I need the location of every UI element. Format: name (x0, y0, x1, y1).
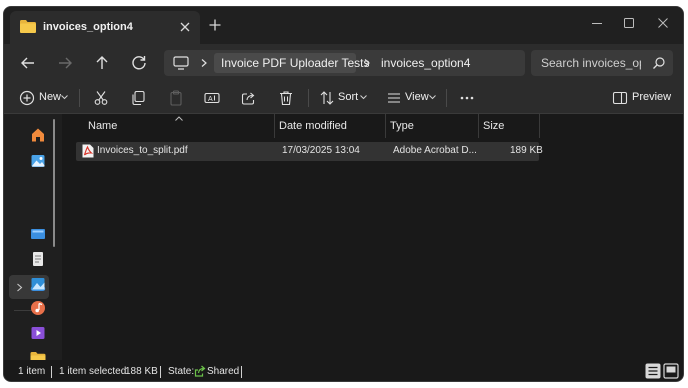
title-bar: invoices_option4 (4, 7, 683, 44)
file-type: Adobe Acrobat D... (393, 145, 477, 156)
rename-icon[interactable]: A (204, 90, 220, 106)
selection-count: 1 item selected (59, 366, 127, 377)
breadcrumb-parent[interactable]: Invoice PDF Uploader Tests (221, 56, 370, 70)
sort-icon[interactable] (319, 90, 335, 106)
home-icon[interactable] (30, 127, 46, 143)
documents-icon[interactable] (30, 251, 46, 267)
divider (51, 366, 52, 378)
file-date-modified: 17/03/2025 13:04 (282, 145, 360, 156)
preview-pane-icon[interactable] (612, 90, 628, 106)
search-icon[interactable] (652, 56, 666, 70)
file-name[interactable]: Invoices_to_split.pdf (97, 145, 188, 156)
copy-icon[interactable] (130, 90, 146, 106)
close-window-icon[interactable] (649, 12, 677, 34)
navigation-bar: Invoice PDF Uploader Tests invoices_opti… (4, 44, 683, 82)
chevron-down-icon[interactable] (360, 94, 367, 100)
svg-text:A: A (208, 96, 213, 103)
shared-icon (194, 365, 206, 377)
new-icon[interactable] (19, 90, 35, 106)
chevron-right-icon[interactable] (16, 283, 23, 292)
cut-icon[interactable] (93, 90, 109, 106)
divider (241, 366, 242, 378)
chevron-down-icon[interactable] (429, 94, 436, 100)
maximize-icon[interactable] (615, 12, 643, 34)
state-value: Shared (207, 366, 240, 377)
tab-title: invoices_option4 (43, 21, 133, 33)
chevron-right-icon[interactable] (199, 58, 209, 68)
chevron-down-icon[interactable] (61, 94, 68, 100)
close-tab-icon[interactable] (178, 20, 192, 34)
back-icon[interactable] (17, 52, 39, 74)
breadcrumb-current[interactable]: invoices_option4 (381, 56, 470, 70)
status-bar: 1 item 1 item selected 188 KB State: Sha… (4, 360, 683, 381)
selection-size: 188 KB (125, 366, 158, 377)
pdf-file-icon (82, 144, 94, 158)
column-header-date-modified[interactable]: Date modified (275, 114, 386, 138)
minimize-icon[interactable] (583, 12, 611, 34)
column-header-size[interactable]: Size (479, 114, 540, 138)
search-input[interactable]: Search invoices_opti (541, 56, 641, 70)
refresh-icon[interactable] (128, 52, 150, 74)
share-icon[interactable] (241, 90, 257, 106)
divider (308, 89, 309, 107)
item-count: 1 item (18, 366, 46, 377)
chevron-right-icon[interactable] (362, 58, 372, 68)
preview-button[interactable]: Preview (632, 91, 671, 103)
up-arrow-icon[interactable] (91, 52, 113, 74)
delete-icon[interactable] (278, 90, 294, 106)
monitor-icon[interactable] (173, 56, 189, 70)
column-header-type[interactable]: Type (386, 114, 479, 138)
file-size: 189 KB (510, 145, 543, 156)
sort-button[interactable]: Sort (338, 91, 358, 103)
divider (446, 89, 447, 107)
divider (79, 89, 80, 107)
details-view-icon[interactable] (645, 363, 661, 379)
paste-icon[interactable] (168, 90, 184, 106)
tiles-view-icon[interactable] (663, 363, 679, 379)
command-bar: New A Sort View Preview (4, 82, 683, 114)
column-header-name[interactable]: Name (76, 114, 275, 138)
gallery-icon[interactable] (30, 153, 46, 169)
more-options-icon[interactable] (459, 90, 475, 106)
videos-icon[interactable] (30, 325, 46, 341)
new-button[interactable]: New (39, 91, 61, 103)
nav-pane-scrollbar[interactable] (53, 119, 55, 247)
desktop-icon[interactable] (30, 226, 46, 242)
music-icon[interactable] (30, 300, 46, 316)
view-button[interactable]: View (405, 91, 429, 103)
file-row[interactable]: Invoices_to_split.pdf 17/03/2025 13:04 A… (76, 142, 543, 161)
file-explorer-window: invoices_option4 Invoice PDF Uploader Te… (3, 6, 684, 382)
view-icon[interactable] (386, 90, 402, 106)
search-box[interactable]: Search invoices_opti (531, 50, 673, 76)
new-tab-icon[interactable] (208, 18, 222, 32)
state-label: State: (168, 366, 195, 377)
address-bar[interactable]: Invoice PDF Uploader Tests invoices_opti… (164, 50, 525, 76)
forward-icon[interactable] (54, 52, 76, 74)
pictures-icon[interactable] (30, 276, 46, 292)
folder-icon (20, 20, 36, 33)
divider (160, 366, 161, 378)
tab-invoices-option4[interactable]: invoices_option4 (10, 11, 200, 44)
